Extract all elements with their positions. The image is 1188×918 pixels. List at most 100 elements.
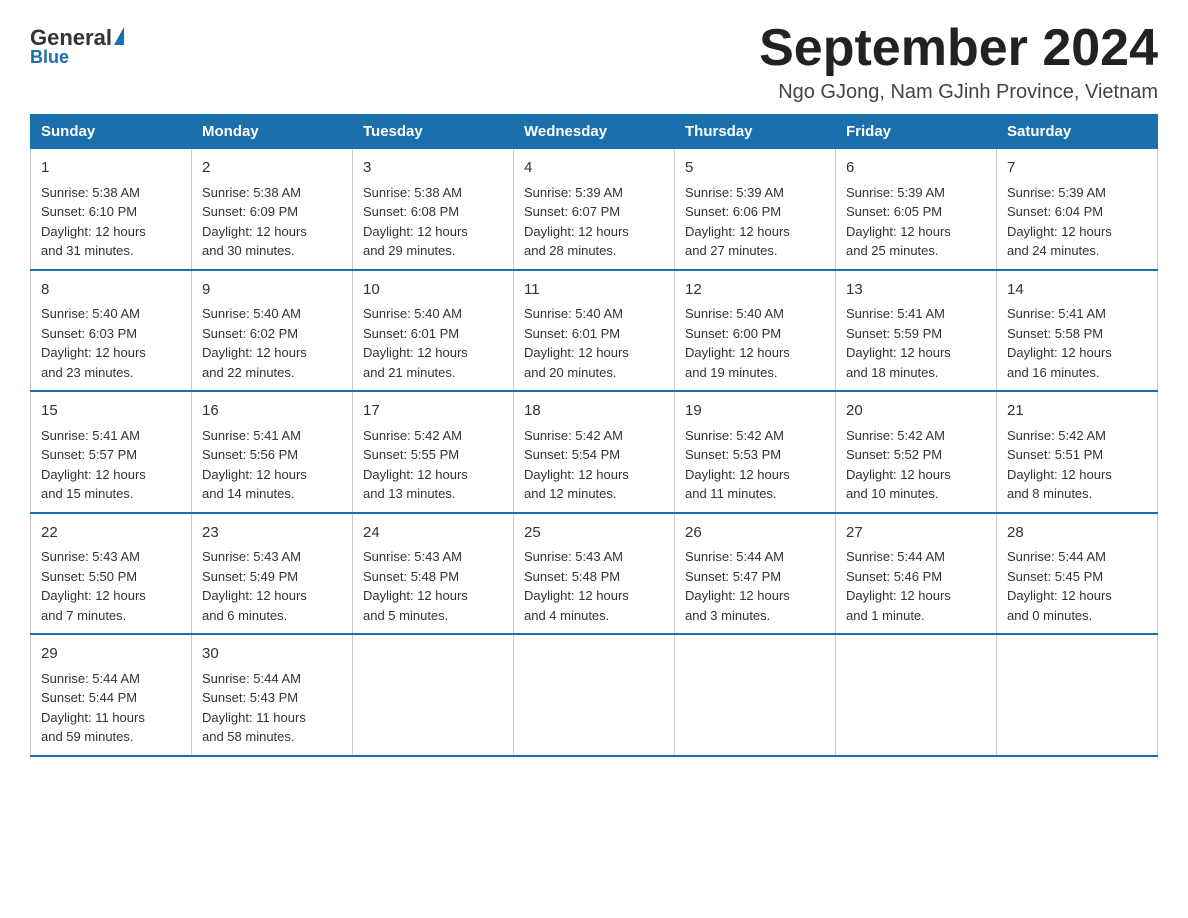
sunrise-label: Sunrise: 5:41 AM: [41, 428, 140, 443]
day-number: 17: [363, 400, 503, 423]
daylight-label2: and 12 minutes.: [524, 486, 617, 501]
month-year-title: September 2024: [759, 20, 1158, 77]
daylight-label: Daylight: 11 hours: [202, 710, 306, 725]
sunrise-label: Sunrise: 5:42 AM: [1007, 428, 1106, 443]
daylight-label: Daylight: 12 hours: [202, 467, 307, 482]
calendar-cell: [836, 634, 997, 756]
sunset-label: Sunset: 5:53 PM: [685, 447, 781, 462]
calendar-week-row: 22Sunrise: 5:43 AMSunset: 5:50 PMDayligh…: [31, 513, 1158, 635]
calendar-cell: [353, 634, 514, 756]
daylight-label: Daylight: 12 hours: [41, 224, 146, 239]
calendar-cell: 20Sunrise: 5:42 AMSunset: 5:52 PMDayligh…: [836, 391, 997, 513]
sunrise-label: Sunrise: 5:42 AM: [363, 428, 462, 443]
sunset-label: Sunset: 6:06 PM: [685, 204, 781, 219]
daylight-label: Daylight: 12 hours: [685, 467, 790, 482]
sunrise-label: Sunrise: 5:44 AM: [685, 549, 784, 564]
calendar-cell: 1 Sunrise: 5:38 AM Sunset: 6:10 PM Daylight…: [31, 149, 192, 270]
calendar-week-row: 1 Sunrise: 5:38 AM Sunset: 6:10 PM Daylight…: [31, 149, 1158, 270]
daylight-label2: and 1 minute.: [846, 608, 925, 623]
calendar-cell: [675, 634, 836, 756]
calendar-cell: 23Sunrise: 5:43 AMSunset: 5:49 PMDayligh…: [192, 513, 353, 635]
calendar-cell: 21Sunrise: 5:42 AMSunset: 5:51 PMDayligh…: [997, 391, 1158, 513]
day-number: 23: [202, 522, 342, 545]
daylight-label: Daylight: 12 hours: [363, 345, 468, 360]
daylight-label: Daylight: 12 hours: [524, 467, 629, 482]
daylight-label2: and 25 minutes.: [846, 243, 939, 258]
sunrise-label: Sunrise: 5:38 AM: [41, 185, 140, 200]
daylight-label: Daylight: 12 hours: [1007, 224, 1112, 239]
sunrise-label: Sunrise: 5:42 AM: [846, 428, 945, 443]
sunset-label: Sunset: 5:46 PM: [846, 569, 942, 584]
daylight-label: Daylight: 12 hours: [685, 588, 790, 603]
sunrise-label: Sunrise: 5:44 AM: [202, 671, 301, 686]
daylight-label: Daylight: 12 hours: [202, 588, 307, 603]
calendar-cell: 10Sunrise: 5:40 AMSunset: 6:01 PMDayligh…: [353, 270, 514, 392]
sunset-label: Sunset: 5:47 PM: [685, 569, 781, 584]
daylight-label2: and 21 minutes.: [363, 365, 456, 380]
calendar-cell: 9Sunrise: 5:40 AMSunset: 6:02 PMDaylight…: [192, 270, 353, 392]
calendar-cell: 6Sunrise: 5:39 AMSunset: 6:05 PMDaylight…: [836, 149, 997, 270]
sunset-label: Sunset: 6:08 PM: [363, 204, 459, 219]
day-number: 12: [685, 279, 825, 302]
calendar-cell: 28Sunrise: 5:44 AMSunset: 5:45 PMDayligh…: [997, 513, 1158, 635]
daylight-label: Daylight: 12 hours: [524, 588, 629, 603]
day-number: 19: [685, 400, 825, 423]
daylight-label2: and 14 minutes.: [202, 486, 295, 501]
sunset-label: Sunset: 5:52 PM: [846, 447, 942, 462]
daylight-label: Daylight: 12 hours: [41, 467, 146, 482]
sunset-label: Sunset: 6:04 PM: [1007, 204, 1103, 219]
daylight-label2: and 27 minutes.: [685, 243, 778, 258]
calendar-week-row: 29Sunrise: 5:44 AMSunset: 5:44 PMDayligh…: [31, 634, 1158, 756]
daylight-label: Daylight: 12 hours: [363, 467, 468, 482]
day-number: 5: [685, 157, 825, 180]
daylight-label: Daylight: 12 hours: [1007, 345, 1112, 360]
calendar-cell: 11Sunrise: 5:40 AMSunset: 6:01 PMDayligh…: [514, 270, 675, 392]
day-number: 24: [363, 522, 503, 545]
daylight-label: Daylight: 12 hours: [363, 224, 468, 239]
daylight-label2: and 18 minutes.: [846, 365, 939, 380]
sunset-label: Sunset: 6:07 PM: [524, 204, 620, 219]
daylight-label: Daylight: 12 hours: [1007, 588, 1112, 603]
sunrise-label: Sunrise: 5:44 AM: [1007, 549, 1106, 564]
day-number: 25: [524, 522, 664, 545]
daylight-label: Daylight: 12 hours: [846, 467, 951, 482]
daylight-label2: and 5 minutes.: [363, 608, 448, 623]
daylight-label2: and 58 minutes.: [202, 729, 295, 744]
calendar-cell: 19Sunrise: 5:42 AMSunset: 5:53 PMDayligh…: [675, 391, 836, 513]
daylight-label: Daylight: 12 hours: [41, 588, 146, 603]
daylight-label2: and 23 minutes.: [41, 365, 134, 380]
sunset-label: Sunset: 6:09 PM: [202, 204, 298, 219]
day-number: 3: [363, 157, 503, 180]
daylight-label2: and 22 minutes.: [202, 365, 295, 380]
sunrise-label: Sunrise: 5:40 AM: [685, 306, 784, 321]
sunrise-label: Sunrise: 5:40 AM: [41, 306, 140, 321]
sunset-label: Sunset: 6:10 PM: [41, 204, 137, 219]
calendar-cell: 4Sunrise: 5:39 AMSunset: 6:07 PMDaylight…: [514, 149, 675, 270]
sunset-label: Sunset: 5:55 PM: [363, 447, 459, 462]
day-number: 16: [202, 400, 342, 423]
sunset-label: Sunset: 6:01 PM: [363, 326, 459, 341]
sunrise-label: Sunrise: 5:43 AM: [202, 549, 301, 564]
daylight-label2: and 24 minutes.: [1007, 243, 1100, 258]
sunrise-label: Sunrise: 5:40 AM: [524, 306, 623, 321]
calendar-cell: 5Sunrise: 5:39 AMSunset: 6:06 PMDaylight…: [675, 149, 836, 270]
day-number: 21: [1007, 400, 1147, 423]
calendar-cell: 27Sunrise: 5:44 AMSunset: 5:46 PMDayligh…: [836, 513, 997, 635]
day-number: 1: [41, 157, 181, 180]
sunset-label: Sunset: 5:48 PM: [524, 569, 620, 584]
daylight-label: Daylight: 12 hours: [846, 224, 951, 239]
daylight-label: Daylight: 12 hours: [524, 345, 629, 360]
col-header-sunday: Sunday: [31, 115, 192, 149]
calendar-cell: 26Sunrise: 5:44 AMSunset: 5:47 PMDayligh…: [675, 513, 836, 635]
daylight-label: Daylight: 12 hours: [685, 345, 790, 360]
calendar-cell: [997, 634, 1158, 756]
sunset-label: Sunset: 6:00 PM: [685, 326, 781, 341]
calendar-cell: 29Sunrise: 5:44 AMSunset: 5:44 PMDayligh…: [31, 634, 192, 756]
calendar-cell: 25Sunrise: 5:43 AMSunset: 5:48 PMDayligh…: [514, 513, 675, 635]
daylight-label2: and 20 minutes.: [524, 365, 617, 380]
calendar-cell: 14Sunrise: 5:41 AMSunset: 5:58 PMDayligh…: [997, 270, 1158, 392]
daylight-label2: and 3 minutes.: [685, 608, 770, 623]
day-number: 29: [41, 643, 181, 666]
col-header-wednesday: Wednesday: [514, 115, 675, 149]
calendar-cell: 30Sunrise: 5:44 AMSunset: 5:43 PMDayligh…: [192, 634, 353, 756]
